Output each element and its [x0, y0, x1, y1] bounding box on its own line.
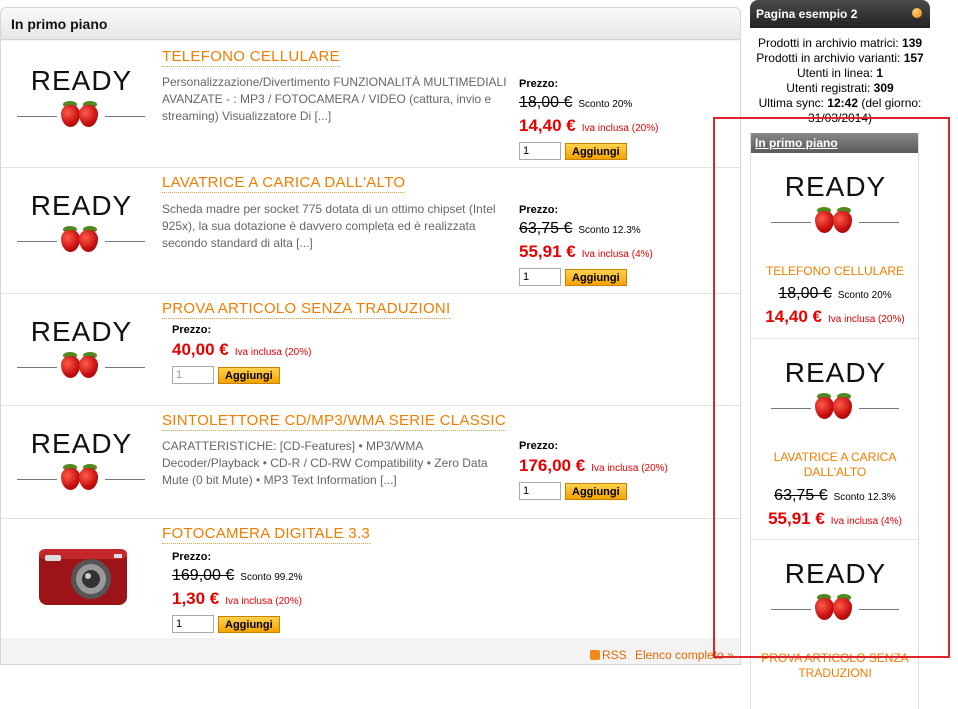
panel-header: In primo piano [1, 8, 740, 40]
final-price: 14,40 € [519, 116, 576, 135]
strawberry-icon [79, 230, 98, 252]
product-description: Personalizzazione/Divertimento FUNZIONAL… [162, 75, 507, 123]
product-description: Scheda madre per socket 775 dotata di un… [162, 202, 496, 250]
orange-dot-icon[interactable] [912, 8, 922, 18]
discount-label: Sconto 20% [578, 99, 633, 110]
product-image[interactable]: READY [9, 316, 154, 388]
stat-value: 12:42 [827, 96, 858, 110]
final-price: 1,30 € [172, 589, 220, 608]
vat-label: Iva inclusa (20%) [591, 463, 668, 474]
product-image[interactable] [31, 541, 131, 611]
site-stats: Prodotti in archivio matrici: 139 Prodot… [756, 36, 924, 125]
strawberry-icon [79, 105, 98, 127]
product-title-link[interactable]: PROVA ARTICOLO SENZA TRADUZIONI [162, 300, 451, 319]
sidebar-title: Pagina esempio 2 [756, 7, 858, 21]
camera-icon [39, 549, 127, 605]
old-price: 169,00 € [172, 567, 235, 584]
product-row: FOTOCAMERA DIGITALE 3.3 Prezzo: 169,00 €… [1, 519, 740, 638]
ready-logo: READY [30, 428, 133, 459]
panel-footer: RSS Elenco completo » [1, 638, 740, 664]
product-row: READY LAVATRICE A CARICA DALL'ALTO Sched… [1, 168, 740, 294]
product-row: READY PROVA ARTICOLO SENZA TRADUZIONI Pr… [1, 294, 740, 406]
vat-label: Iva inclusa (20%) [234, 347, 312, 358]
strawberry-icon [61, 105, 80, 127]
product-title-link[interactable]: LAVATRICE A CARICA DALL'ALTO [162, 174, 406, 193]
price-box: Prezzo: 169,00 € Sconto 99.2% 1,30 € Iva i… [172, 551, 402, 633]
old-price: 18,00 € [519, 94, 573, 111]
quantity-input[interactable] [519, 268, 561, 286]
ready-logo: READY [30, 316, 133, 347]
panel-title: In primo piano [11, 16, 108, 32]
rss-icon [590, 650, 600, 660]
vat-label: Iva inclusa (20%) [581, 123, 659, 134]
stat-value: 157 [903, 51, 924, 65]
vat-label: Iva inclusa (4%) [581, 249, 653, 260]
stat-value: 139 [902, 36, 923, 50]
ready-logo: READY [30, 190, 133, 221]
price-label: Prezzo: [172, 324, 212, 336]
product-title-link[interactable]: FOTOCAMERA DIGITALE 3.3 [162, 525, 371, 544]
product-description: CARATTERISTICHE: [CD-Features] • MP3/WMA… [162, 439, 488, 487]
strawberry-icon [61, 230, 80, 252]
old-price: 63,75 € [519, 220, 573, 237]
rss-link[interactable]: RSS [590, 648, 627, 662]
final-price: 55,91 € [519, 242, 576, 261]
vat-label: Iva inclusa (20%) [225, 596, 302, 607]
final-price: 40,00 € [172, 340, 229, 359]
product-row: READY SINTOLETTORE CD/MP3/WMA SERIE CLAS… [1, 406, 740, 519]
quantity-input[interactable] [172, 366, 214, 384]
price-label: Prezzo: [519, 78, 559, 90]
stat-value: 309 [873, 81, 894, 95]
strawberry-icon [79, 356, 98, 378]
add-to-cart-button[interactable]: Aggiungi [565, 269, 627, 286]
featured-panel: In primo piano READY TELEFONO CELLULARE … [0, 7, 741, 665]
product-title-link[interactable]: TELEFONO CELLULARE [162, 48, 340, 67]
quantity-input[interactable] [519, 142, 561, 160]
final-price: 176,00 € [519, 456, 586, 475]
highlight-frame [713, 117, 950, 658]
add-to-cart-button[interactable]: Aggiungi [565, 143, 627, 160]
quantity-input[interactable] [519, 482, 561, 500]
discount-label: Sconto 12.3% [578, 225, 641, 236]
product-image[interactable]: READY [9, 428, 154, 500]
add-to-cart-button[interactable]: Aggiungi [218, 616, 280, 633]
add-to-cart-button[interactable]: Aggiungi [218, 367, 280, 384]
discount-label: Sconto 99.2% [240, 572, 303, 583]
product-title-link[interactable]: SINTOLETTORE CD/MP3/WMA SERIE CLASSIC [162, 412, 506, 431]
product-row: READY TELEFONO CELLULARE Personalizzazio… [1, 41, 740, 168]
strawberry-icon [61, 468, 80, 490]
sidebar-header: Pagina esempio 2 [750, 0, 930, 28]
strawberry-icon [61, 356, 80, 378]
price-label: Prezzo: [172, 551, 212, 563]
ready-logo: READY [30, 65, 133, 96]
product-image[interactable]: READY [9, 65, 154, 137]
product-image[interactable]: READY [9, 190, 154, 262]
price-box: Prezzo: 40,00 € Iva inclusa (20%) Aggiung… [172, 324, 402, 384]
strawberry-icon [79, 468, 98, 490]
add-to-cart-button[interactable]: Aggiungi [565, 483, 627, 500]
stat-value: 1 [876, 66, 884, 80]
quantity-input[interactable] [172, 615, 214, 633]
product-list: READY TELEFONO CELLULARE Personalizzazio… [1, 41, 740, 638]
